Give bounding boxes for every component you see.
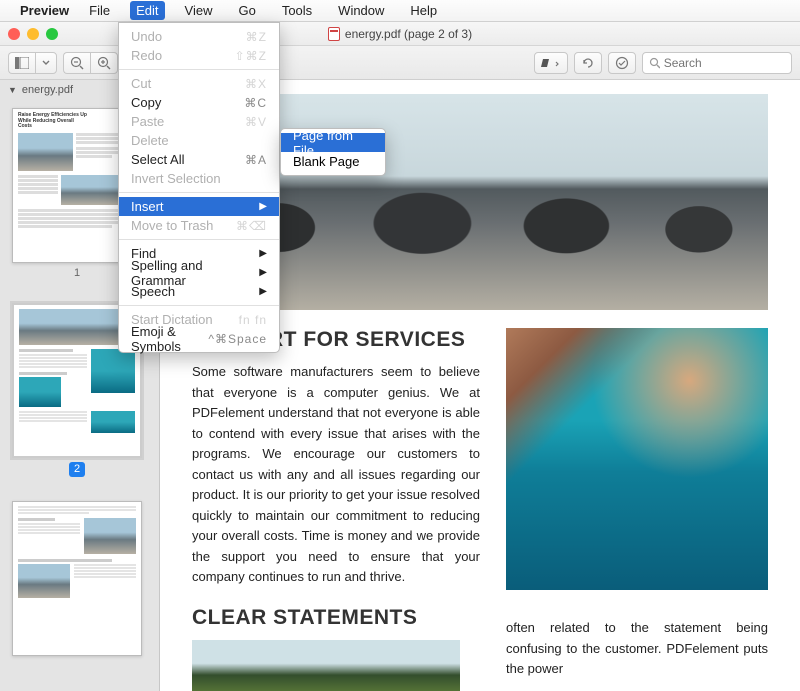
menu-go[interactable]: Go [232,1,261,20]
page-number-1: 1 [74,267,80,279]
traffic-lights [8,28,58,40]
insert-submenu: Page from File… Blank Page [280,128,386,176]
menu-spelling[interactable]: Spelling and Grammar▶ [119,263,279,282]
menu-undo[interactable]: Undo⌘Z [119,27,279,46]
minimize-window-button[interactable] [27,28,39,40]
menu-help[interactable]: Help [404,1,443,20]
search-input[interactable] [664,56,785,70]
view-mode-dropdown[interactable] [35,52,57,74]
highlight-icon [541,57,561,69]
page-number-2: 2 [69,462,85,477]
zoom-window-button[interactable] [46,28,58,40]
rotate-button[interactable] [574,52,602,74]
wide-image [192,640,460,691]
search-icon [649,57,660,69]
submenu-arrow-icon: ▶ [259,201,267,212]
zoom-in-icon [97,56,111,70]
rotate-icon [581,56,595,70]
disclosure-triangle-icon[interactable]: ▼ [8,85,17,95]
app-name[interactable]: Preview [20,3,69,18]
thumb1-headline: Raise Energy Efficiencies Up While Reduc… [18,113,89,130]
menu-insert[interactable]: Insert▶ [119,197,279,216]
zoom-out-button[interactable] [63,52,90,74]
heading-clear: CLEAR STATEMENTS [192,606,480,630]
chevron-down-icon [42,60,50,66]
menu-invert-selection[interactable]: Invert Selection [119,169,279,188]
view-mode-group [8,52,57,74]
menu-window[interactable]: Window [332,1,390,20]
submenu-arrow-icon: ▶ [259,248,267,259]
search-field[interactable] [642,52,792,74]
menu-edit[interactable]: Edit [130,1,164,20]
square-image [506,328,768,590]
menu-cut[interactable]: Cut⌘X [119,74,279,93]
menu-copy[interactable]: Copy⌘C [119,93,279,112]
menu-view[interactable]: View [179,1,219,20]
submenu-arrow-icon: ▶ [259,286,267,297]
zoom-group [63,52,118,74]
paragraph-right: often related to the statement being con… [506,618,768,680]
pdf-file-icon [328,27,340,41]
menu-move-to-trash[interactable]: Move to Trash⌘⌫ [119,216,279,235]
menu-redo[interactable]: Redo⇧⌘Z [119,46,279,65]
highlight-button[interactable] [534,52,568,74]
window-title: energy.pdf (page 2 of 3) [328,27,472,41]
menu-tools[interactable]: Tools [276,1,318,20]
sidebar-filename: energy.pdf [22,84,73,96]
menu-delete[interactable]: Delete [119,131,279,150]
paragraph-support: Some software manufacturers seem to beli… [192,362,480,588]
menu-paste[interactable]: Paste⌘V [119,112,279,131]
markup-button[interactable] [608,52,636,74]
submenu-page-from-file[interactable]: Page from File… [281,133,385,152]
menu-file[interactable]: File [83,1,116,20]
markup-toolbar-icon [615,56,629,70]
close-window-button[interactable] [8,28,20,40]
menubar: Preview File Edit View Go Tools Window H… [0,0,800,22]
menu-emoji[interactable]: Emoji & Symbols^⌘Space [119,329,279,348]
edit-menu-dropdown: Undo⌘Z Redo⇧⌘Z Cut⌘X Copy⌘C Paste⌘V Dele… [118,22,280,353]
submenu-arrow-icon: ▶ [259,267,267,278]
zoom-in-button[interactable] [90,52,118,74]
zoom-out-icon [70,56,84,70]
page-thumbnail-3[interactable] [12,501,142,656]
window-title-text: energy.pdf (page 2 of 3) [345,27,472,41]
menu-select-all[interactable]: Select All⌘A [119,150,279,169]
sidebar-view-button[interactable] [8,52,35,74]
